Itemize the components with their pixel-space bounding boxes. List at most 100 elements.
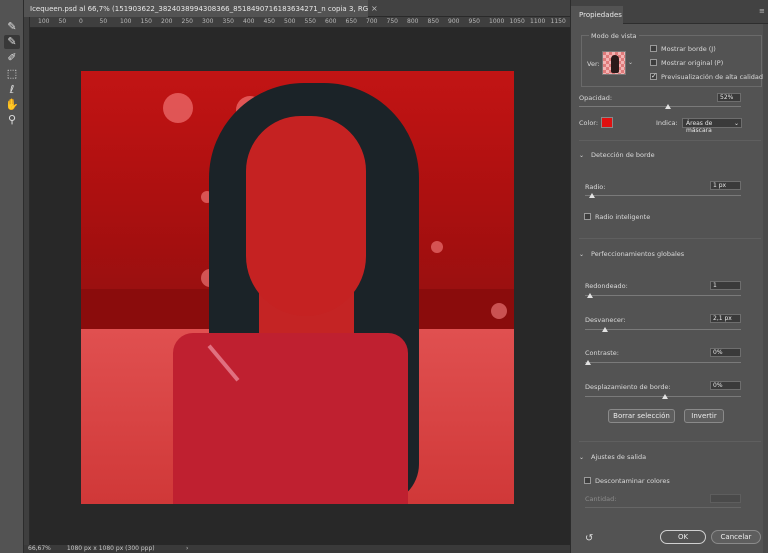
smart-radius-checkbox[interactable] <box>584 213 591 220</box>
smooth-slider[interactable] <box>585 295 741 296</box>
ruler-tick-label: 850 <box>427 18 439 25</box>
chevron-right-icon[interactable]: › <box>186 545 188 553</box>
document-tab-bar: Icequeen.psd al 66,7% (151903622_3824038… <box>24 0 570 17</box>
global-refinements-title: Perfeccionamientos globales <box>591 250 685 258</box>
quick-selection-brush-icon[interactable]: ✎ <box>4 20 20 34</box>
chevron-down-icon: ⌄ <box>579 454 585 461</box>
hq-preview-checkbox[interactable] <box>650 72 657 80</box>
amount-slider <box>585 507 741 508</box>
smooth-label: Redondeado: <box>585 282 628 290</box>
ruler-tick-label: 100 <box>120 18 132 25</box>
cancel-button[interactable]: Cancelar <box>711 530 761 544</box>
opacity-slider[interactable] <box>579 106 741 107</box>
smart-radius-label: Radio inteligente <box>595 213 651 221</box>
feather-slider[interactable] <box>585 329 741 330</box>
shift-edge-label: Desplazamiento de borde: <box>585 383 671 391</box>
output-settings-title: Ajustes de salida <box>591 453 647 461</box>
ruler-tick-label: 650 <box>345 18 357 25</box>
document-tab[interactable]: Icequeen.psd al 66,7% (151903622_3824038… <box>24 0 368 17</box>
edge-detection-title: Detección de borde <box>591 151 655 159</box>
lasso-icon[interactable]: ℓ <box>4 83 20 97</box>
chevron-down-icon: ⌄ <box>733 120 739 127</box>
shift-edge-field[interactable]: 0% <box>710 381 741 390</box>
ruler-tick-label: 400 <box>243 18 255 25</box>
edge-detection-section[interactable]: ⌄ Detección de borde <box>579 151 655 159</box>
ruler-tick-label: 200 <box>161 18 173 25</box>
radius-field[interactable]: 1 px <box>710 181 741 190</box>
bokeh-light <box>491 303 507 319</box>
opacity-slider-handle[interactable] <box>665 104 671 109</box>
output-settings-section[interactable]: ⌄ Ajustes de salida <box>579 453 646 461</box>
ruler-tick-label: 750 <box>386 18 398 25</box>
color-swatch[interactable] <box>601 117 613 128</box>
show-edge-label: Mostrar borde (J) <box>661 45 716 53</box>
chevron-down-icon: ⌄ <box>579 152 585 159</box>
ruler-tick-label: 450 <box>263 18 275 25</box>
feather-slider-handle[interactable] <box>602 327 608 332</box>
contrast-field[interactable]: 0% <box>710 348 741 357</box>
decontaminate-checkbox[interactable] <box>584 477 591 484</box>
status-bar: 66,67% 1080 px x 1080 px (300 ppp) › <box>24 545 570 553</box>
contrast-slider-handle[interactable] <box>585 360 591 365</box>
contrast-slider[interactable] <box>585 362 741 363</box>
chevron-down-icon[interactable]: ⌄ <box>628 59 633 66</box>
refine-edge-brush-icon[interactable]: ✎ <box>4 35 20 49</box>
divider <box>579 238 761 239</box>
brush-icon[interactable]: ✐ <box>4 51 20 65</box>
bokeh-light <box>431 241 443 253</box>
invert-button[interactable]: Invertir <box>684 409 724 423</box>
divider <box>579 441 761 442</box>
indicates-select[interactable]: Áreas de máscara ⌄ <box>682 118 742 134</box>
panel-header: Propiedades ≡ <box>571 0 768 24</box>
show-edge-checkbox[interactable] <box>650 45 657 52</box>
tab-properties[interactable]: Propiedades <box>571 6 623 24</box>
ruler-tick-label: 700 <box>366 18 378 25</box>
smooth-field[interactable]: 1 <box>710 281 741 290</box>
image-face <box>246 116 366 316</box>
show-original-checkbox[interactable] <box>650 59 657 66</box>
ruler-tick-label: 0 <box>79 18 83 25</box>
ruler-tick-label: 1100 <box>530 18 546 25</box>
ruler-tick-label: 900 <box>448 18 460 25</box>
ruler-tick-label: 150 <box>140 18 152 25</box>
ruler-tick-label: 1000 <box>489 18 505 25</box>
zoom-icon[interactable]: ⚲ <box>4 113 20 127</box>
ruler-tick-label: 300 <box>202 18 214 25</box>
tools-panel: ✎ ✎ ✐ ⬚ ℓ ✋ ⚲ <box>0 0 24 553</box>
contrast-label: Contraste: <box>585 349 619 357</box>
opacity-field[interactable]: 52% <box>717 93 741 102</box>
close-icon[interactable]: × <box>371 4 378 13</box>
shift-edge-slider-handle[interactable] <box>662 394 668 399</box>
view-mode-thumbnail[interactable] <box>602 51 626 75</box>
hand-icon[interactable]: ✋ <box>4 98 20 112</box>
object-selection-icon[interactable]: ⬚ <box>4 67 20 81</box>
clear-selection-button[interactable]: Borrar selección <box>608 409 675 423</box>
document-info: 1080 px x 1080 px (300 ppp) <box>66 545 155 552</box>
amount-field <box>710 494 741 503</box>
indicates-label: Indica: <box>656 119 678 127</box>
zoom-level[interactable]: 66,67% <box>28 545 51 552</box>
opacity-label: Opacidad: <box>579 94 613 102</box>
ruler-tick-label: 800 <box>407 18 419 25</box>
reset-icon[interactable]: ↺ <box>585 533 593 544</box>
global-refinements-section[interactable]: ⌄ Perfeccionamientos globales <box>579 250 684 258</box>
panel-scrollbar[interactable] <box>763 24 768 553</box>
horizontal-ruler: 100 50 0 50 100 150 200 250 300 350 400 450 500 550 60… <box>30 17 570 28</box>
panel-menu-icon[interactable]: ≡ <box>759 7 765 15</box>
show-original-label: Mostrar original (P) <box>661 59 724 67</box>
radius-slider-handle[interactable] <box>589 193 595 198</box>
smooth-slider-handle[interactable] <box>587 293 593 298</box>
amount-label: Cantidad: <box>585 495 617 503</box>
ruler-tick-label: 1050 <box>509 18 525 25</box>
bokeh-light <box>163 93 193 123</box>
view-label: Ver: <box>587 60 600 68</box>
feather-field[interactable]: 2,1 px <box>710 314 741 323</box>
decontaminate-label: Descontaminar colores <box>595 477 670 485</box>
document-image[interactable] <box>81 71 514 504</box>
ok-button[interactable]: OK <box>660 530 706 544</box>
hq-preview-label: Previsualización de alta calidad <box>661 73 764 81</box>
ruler-tick-label: 500 <box>284 18 296 25</box>
chevron-down-icon: ⌄ <box>579 251 585 258</box>
radius-slider[interactable] <box>585 195 741 196</box>
radius-label: Radio: <box>585 183 606 191</box>
